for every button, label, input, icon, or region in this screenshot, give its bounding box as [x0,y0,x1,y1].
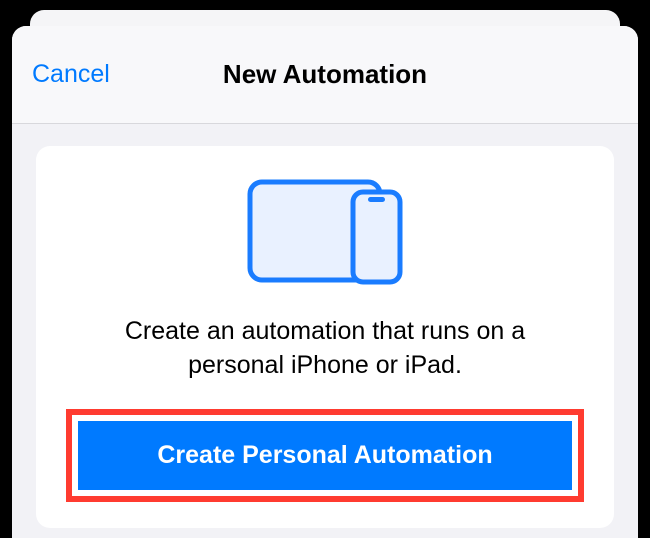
personal-automation-card: Create an automation that runs on a pers… [36,146,614,528]
card-description: Create an automation that runs on a pers… [66,315,584,383]
cancel-button[interactable]: Cancel [32,60,110,89]
modal-sheet: Cancel New Automation Create an automati… [12,26,638,538]
page-title: New Automation [223,59,427,90]
personal-devices-icon [240,176,410,291]
annotation-highlight: Create Personal Automation [66,409,584,502]
create-personal-automation-button[interactable]: Create Personal Automation [78,421,572,490]
navigation-bar: Cancel New Automation [12,26,638,124]
content-area: Create an automation that runs on a pers… [12,124,638,528]
